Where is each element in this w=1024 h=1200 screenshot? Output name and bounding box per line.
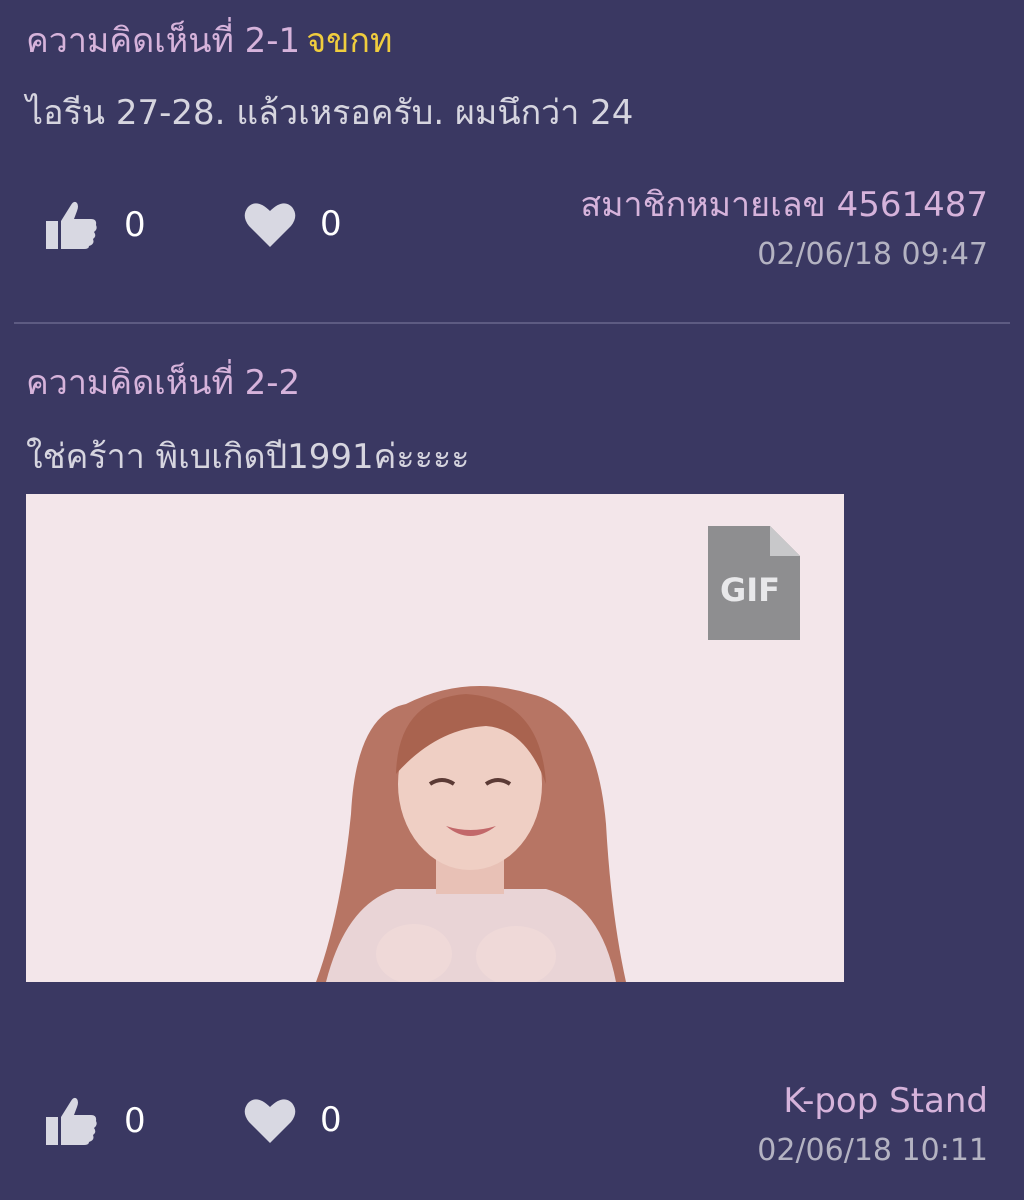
comment-number: ความคิดเห็นที่ 2-2	[26, 363, 301, 403]
gif-badge-label: GIF	[720, 571, 780, 609]
comment-header: ความคิดเห็นที่ 2-2	[26, 366, 300, 400]
gif-file-icon: GIF	[706, 524, 802, 646]
heart-button[interactable]: 0	[244, 1095, 342, 1145]
gif-image[interactable]: GIF	[26, 494, 844, 982]
heart-count: 0	[320, 1100, 342, 1140]
comment-body: ใช่คร้าา พิเบเกิดปี1991ค่ะะะะ	[26, 437, 470, 477]
comment-2-2: ความคิดเห็นที่ 2-2 ใช่คร้าา พิเบเกิดปี19…	[0, 0, 1024, 1200]
author-link[interactable]: K-pop Stand	[757, 1084, 988, 1118]
heart-icon	[244, 1095, 296, 1145]
comment-meta: K-pop Stand 02/06/18 10:11	[757, 1084, 988, 1166]
thumbs-up-icon	[44, 1095, 100, 1147]
like-button[interactable]: 0	[44, 1095, 146, 1147]
like-count: 0	[124, 1101, 146, 1141]
timestamp: 02/06/18 10:11	[757, 1133, 988, 1168]
